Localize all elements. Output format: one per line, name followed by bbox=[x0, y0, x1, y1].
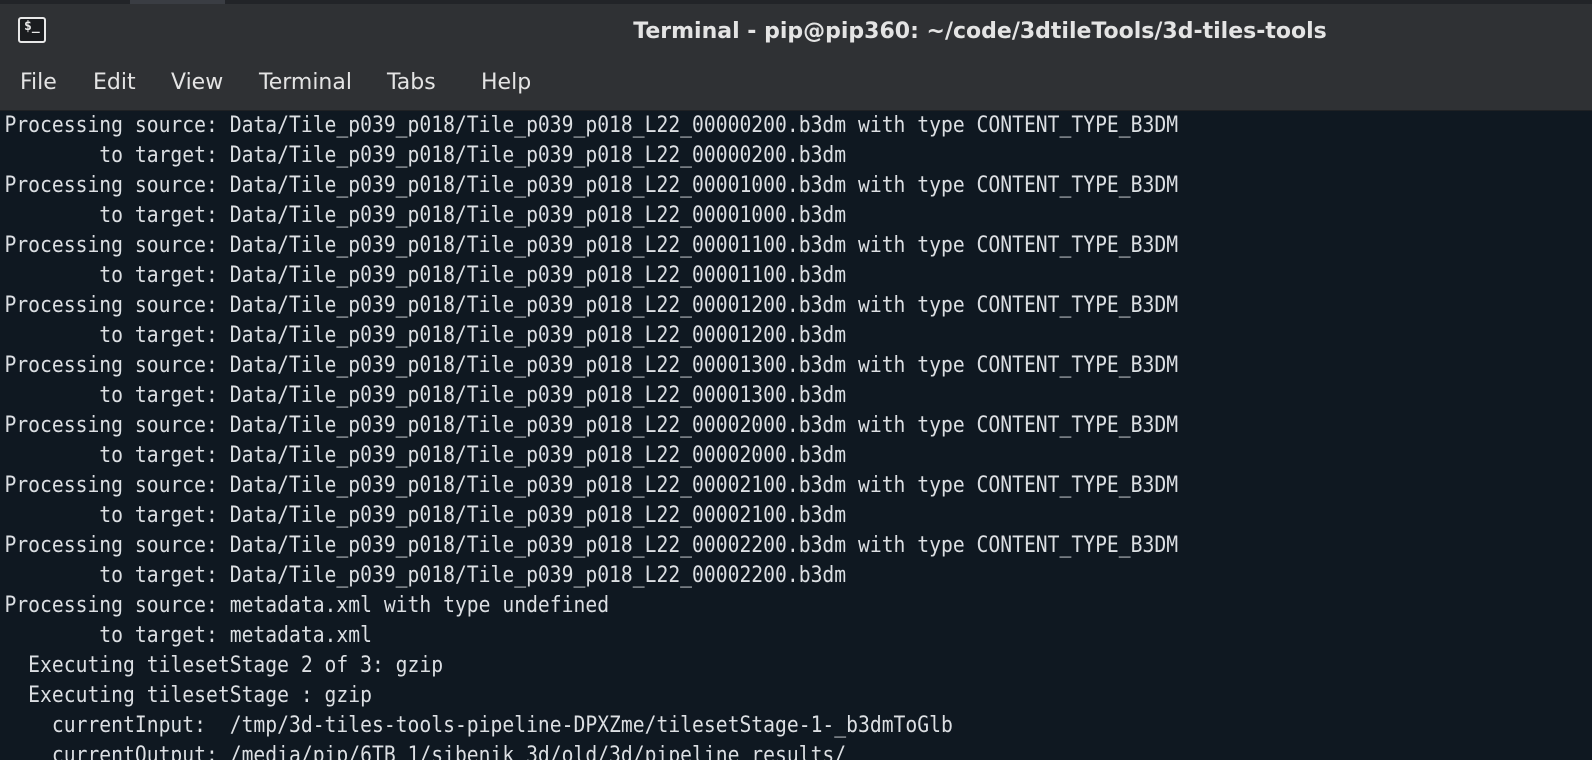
terminal-line: to target: Data/Tile_p039_p018/Tile_p039… bbox=[4, 203, 847, 228]
terminal-line: to target: Data/Tile_p039_p018/Tile_p039… bbox=[4, 563, 847, 588]
terminal-line: Processing source: metadata.xml with typ… bbox=[4, 593, 610, 618]
title-bar[interactable]: $_ Terminal - pip@pip360: ~/code/3dtileT… bbox=[0, 4, 1592, 56]
terminal-line: currentOutput: /media/pip/6TB_1/sibenik_… bbox=[4, 743, 847, 760]
menu-view[interactable]: View bbox=[171, 69, 223, 97]
terminal-line: Processing source: Data/Tile_p039_p018/T… bbox=[4, 413, 1179, 438]
terminal-line: Executing tilesetStage 2 of 3: gzip bbox=[4, 653, 444, 678]
menu-tabs[interactable]: Tabs bbox=[387, 69, 436, 97]
terminal-line: Processing source: Data/Tile_p039_p018/T… bbox=[4, 533, 1179, 558]
terminal-icon-glyph: $_ bbox=[24, 19, 40, 34]
terminal-window: $_ Terminal - pip@pip360: ~/code/3dtileT… bbox=[0, 0, 1592, 760]
menu-file[interactable]: File bbox=[20, 69, 57, 97]
terminal-output[interactable]: Processing source: Data/Tile_p039_p018/T… bbox=[0, 111, 1592, 760]
terminal-line: to target: metadata.xml bbox=[4, 623, 372, 648]
terminal-line: to target: Data/Tile_p039_p018/Tile_p039… bbox=[4, 443, 847, 468]
terminal-line: to target: Data/Tile_p039_p018/Tile_p039… bbox=[4, 503, 847, 528]
menu-edit[interactable]: Edit bbox=[93, 69, 136, 97]
terminal-line: Processing source: Data/Tile_p039_p018/T… bbox=[4, 293, 1179, 318]
terminal-line: Processing source: Data/Tile_p039_p018/T… bbox=[4, 233, 1179, 258]
terminal-icon[interactable]: $_ bbox=[18, 17, 46, 43]
terminal-line: Processing source: Data/Tile_p039_p018/T… bbox=[4, 473, 1179, 498]
terminal-line: to target: Data/Tile_p039_p018/Tile_p039… bbox=[4, 323, 847, 348]
terminal-line: Processing source: Data/Tile_p039_p018/T… bbox=[4, 353, 1179, 378]
menu-bar: File Edit View Terminal Tabs Help bbox=[0, 56, 1592, 111]
terminal-lines: Processing source: Data/Tile_p039_p018/T… bbox=[0, 111, 1425, 760]
terminal-line: Processing source: Data/Tile_p039_p018/T… bbox=[4, 173, 1179, 198]
terminal-line: to target: Data/Tile_p039_p018/Tile_p039… bbox=[4, 383, 847, 408]
terminal-line: currentInput: /tmp/3d-tiles-tools-pipeli… bbox=[4, 713, 953, 738]
terminal-line: Processing source: Data/Tile_p039_p018/T… bbox=[4, 113, 1179, 138]
menu-help[interactable]: Help bbox=[481, 69, 531, 97]
terminal-line: Executing tilesetStage : gzip bbox=[4, 683, 372, 708]
menu-terminal[interactable]: Terminal bbox=[259, 69, 352, 97]
window-title: Terminal - pip@pip360: ~/code/3dtileTool… bbox=[633, 19, 1327, 44]
terminal-line: to target: Data/Tile_p039_p018/Tile_p039… bbox=[4, 143, 847, 168]
terminal-line: to target: Data/Tile_p039_p018/Tile_p039… bbox=[4, 263, 847, 288]
